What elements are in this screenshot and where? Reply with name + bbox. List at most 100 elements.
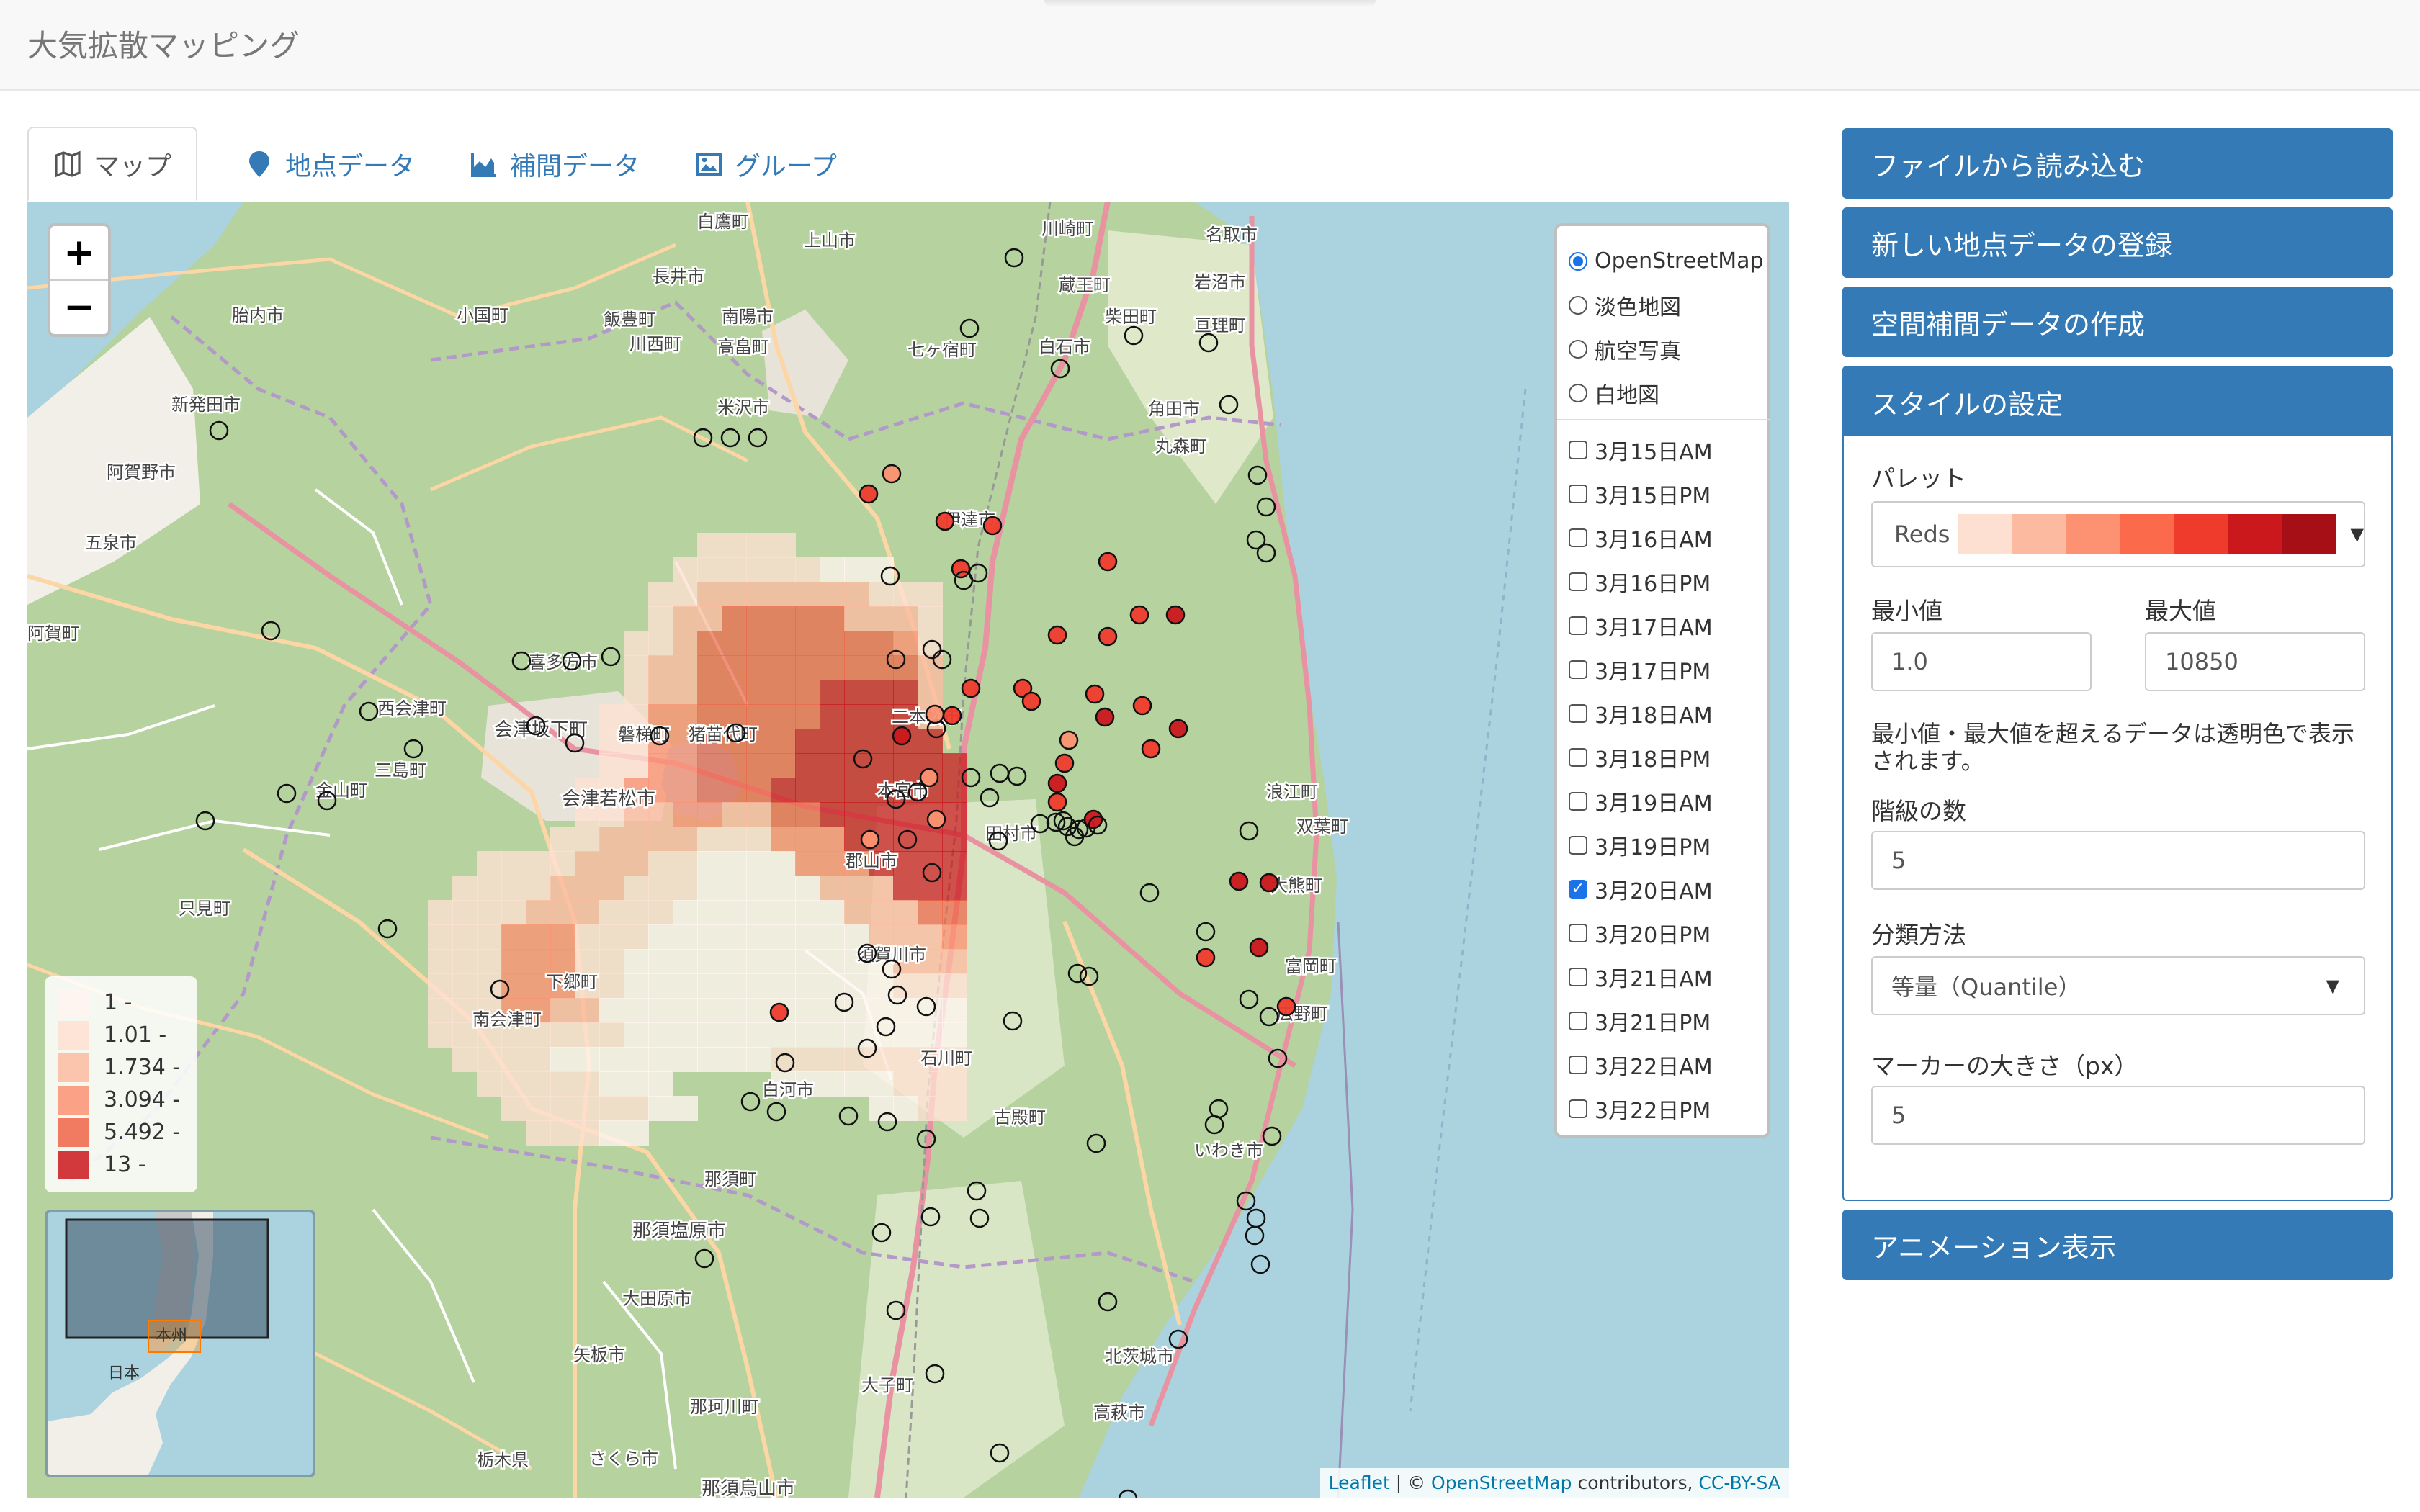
register-site-data-button[interactable]: 新しい地点データの登録 <box>1842 207 2393 278</box>
overlay-option[interactable]: 3月15日PM <box>1569 472 1767 516</box>
site-marker[interactable] <box>1007 766 1027 786</box>
min-value-input[interactable]: 1.0 <box>1871 632 2092 691</box>
zoom-out-button[interactable]: − <box>50 279 108 334</box>
checkbox[interactable] <box>1569 791 1587 811</box>
site-marker[interactable] <box>980 788 1000 808</box>
checkbox[interactable] <box>1569 616 1587 635</box>
overlay-option[interactable]: ✓ 3月20日AM <box>1569 867 1767 911</box>
site-marker[interactable] <box>1124 325 1144 346</box>
map-view[interactable]: 白鷹町 上山市 川崎町 名取市 長井市 蔵王町 岩沼市 胎内市 小国町 飯豊町 南陽市 柴田町 亘理町川… <box>27 202 1789 1498</box>
site-marker[interactable] <box>748 428 768 448</box>
site-marker[interactable] <box>1198 333 1219 353</box>
site-marker[interactable] <box>740 1092 761 1112</box>
site-marker[interactable] <box>317 791 337 811</box>
site-marker[interactable] <box>1239 821 1259 841</box>
site-marker[interactable] <box>942 706 962 726</box>
site-marker[interactable] <box>1259 873 1279 893</box>
site-marker[interactable] <box>1209 1099 1229 1119</box>
site-marker[interactable] <box>1132 696 1152 716</box>
site-marker[interactable] <box>693 428 713 448</box>
overlay-option[interactable]: 3月22日PM <box>1569 1086 1767 1130</box>
site-marker[interactable] <box>1256 543 1276 563</box>
site-marker[interactable] <box>650 726 670 746</box>
site-marker[interactable] <box>834 992 854 1012</box>
site-marker[interactable] <box>1245 1225 1265 1246</box>
site-marker[interactable] <box>871 1223 892 1243</box>
site-marker[interactable] <box>1086 1133 1106 1153</box>
site-marker[interactable] <box>1259 1007 1279 1027</box>
site-marker[interactable] <box>876 1017 896 1037</box>
site-marker[interactable] <box>935 511 955 531</box>
base-layer-option[interactable]: OpenStreetMap <box>1569 239 1767 283</box>
site-marker[interactable] <box>511 651 532 671</box>
site-marker[interactable] <box>919 768 939 788</box>
tab-site-data[interactable]: 地点データ <box>220 127 439 202</box>
site-marker[interactable] <box>857 1038 877 1058</box>
animation-button[interactable]: アニメーション表示 <box>1842 1210 2393 1280</box>
site-marker[interactable] <box>1229 871 1249 891</box>
classification-method-select[interactable]: 等量（Quantile） ▼ <box>1871 956 2365 1015</box>
radio-button[interactable] <box>1569 383 1587 402</box>
site-marker[interactable] <box>1046 812 1066 832</box>
overlay-option[interactable]: 3月21日AM <box>1569 955 1767 999</box>
site-marker[interactable] <box>916 996 936 1017</box>
leaflet-link[interactable]: Leaflet <box>1329 1472 1390 1493</box>
site-marker[interactable] <box>1262 1126 1282 1146</box>
site-marker[interactable] <box>969 1208 990 1228</box>
radio-button[interactable] <box>1569 251 1587 271</box>
site-marker[interactable] <box>565 733 585 753</box>
overlay-option[interactable]: 3月16日PM <box>1569 559 1767 603</box>
checkbox[interactable] <box>1569 703 1587 723</box>
site-marker[interactable] <box>1239 989 1259 1009</box>
license-link[interactable]: CC-BY-SA <box>1698 1472 1780 1493</box>
palette-select[interactable]: Reds ▼ <box>1871 501 2365 567</box>
overlay-option[interactable]: 3月20日PM <box>1569 911 1767 955</box>
site-marker[interactable] <box>377 919 398 939</box>
overlay-option[interactable]: 3月16日AM <box>1569 516 1767 559</box>
site-marker[interactable] <box>1196 922 1216 942</box>
overlay-option[interactable]: 3月17日PM <box>1569 647 1767 691</box>
site-marker[interactable] <box>1047 773 1067 793</box>
site-marker[interactable] <box>1079 966 1099 986</box>
checkbox[interactable] <box>1569 1011 1587 1030</box>
site-marker[interactable] <box>1168 719 1188 739</box>
site-marker[interactable] <box>959 318 980 338</box>
site-marker[interactable] <box>1098 1292 1118 1312</box>
site-marker[interactable] <box>1250 1254 1270 1274</box>
site-marker[interactable] <box>932 649 952 670</box>
checkbox[interactable] <box>1569 484 1587 503</box>
site-marker[interactable] <box>882 959 902 979</box>
overlay-option[interactable]: 3月18日PM <box>1569 735 1767 779</box>
tab-group[interactable]: グループ <box>670 127 861 202</box>
radio-button[interactable] <box>1569 339 1587 359</box>
site-marker[interactable] <box>1276 996 1296 1017</box>
radio-button[interactable] <box>1569 295 1587 315</box>
site-marker[interactable] <box>1098 626 1118 647</box>
site-marker[interactable] <box>1129 605 1150 625</box>
site-marker[interactable] <box>880 566 900 586</box>
site-marker[interactable] <box>1059 730 1079 750</box>
site-marker[interactable] <box>988 831 1008 851</box>
site-marker[interactable] <box>882 464 902 484</box>
site-marker[interactable] <box>922 863 942 883</box>
max-value-input[interactable]: 10850 <box>2145 632 2365 691</box>
site-marker[interactable] <box>1246 1208 1266 1228</box>
base-layer-option[interactable]: 航空写真 <box>1569 327 1767 371</box>
site-marker[interactable] <box>887 985 908 1005</box>
overlay-option[interactable]: 3月18日AM <box>1569 691 1767 735</box>
site-marker[interactable] <box>1050 359 1070 379</box>
checkbox[interactable] <box>1569 1055 1587 1074</box>
site-marker[interactable] <box>961 768 981 788</box>
osm-link[interactable]: OpenStreetMap <box>1431 1472 1572 1493</box>
overlay-option[interactable]: 3月22日AM <box>1569 1043 1767 1086</box>
site-marker[interactable] <box>859 484 879 504</box>
base-layer-option[interactable]: 白地図 <box>1569 371 1767 415</box>
site-marker[interactable] <box>726 723 746 743</box>
site-marker[interactable] <box>1141 739 1161 759</box>
site-marker[interactable] <box>195 811 215 831</box>
site-marker[interactable] <box>277 783 297 804</box>
checkbox[interactable] <box>1569 660 1587 679</box>
minimap[interactable]: 本州 日本 <box>45 1210 315 1477</box>
site-marker[interactable] <box>1139 883 1160 903</box>
site-marker[interactable] <box>886 649 906 670</box>
